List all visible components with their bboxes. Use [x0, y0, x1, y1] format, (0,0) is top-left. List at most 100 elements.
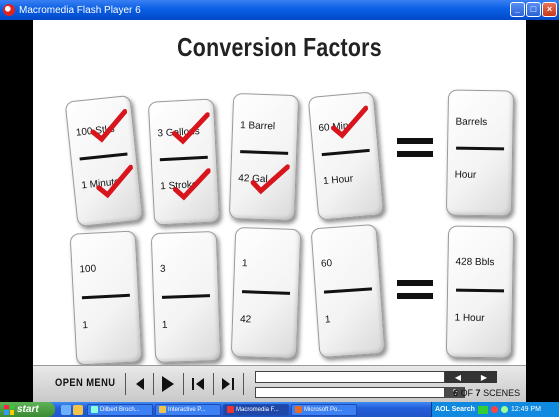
- taskbar-item-label: Dilbert Broch...: [100, 406, 140, 413]
- domino-numerator: 428 Bbls: [455, 256, 495, 269]
- flash-icon: [227, 406, 234, 413]
- domino-card: 1 Barrel 42 Gal: [228, 92, 300, 222]
- taskbar-item[interactable]: Dilbert Broch...: [87, 403, 153, 416]
- cancel-check-icon: [172, 168, 211, 201]
- divider: [125, 373, 126, 395]
- fraction-bar: [241, 290, 291, 295]
- taskbar-item[interactable]: Microsoft Po...: [291, 403, 357, 416]
- domino-denominator: 1: [82, 319, 89, 332]
- slide-title: Conversion Factors: [177, 32, 382, 62]
- folder-icon: [159, 406, 166, 413]
- domino-numerator: 60: [320, 258, 333, 270]
- domino-card: 100 Stks 1 Minute: [64, 94, 144, 228]
- fraction-bar: [161, 294, 211, 299]
- domino-denominator: 1: [324, 314, 331, 326]
- scene-current: 6: [453, 388, 459, 398]
- scene-nav-arrows[interactable]: ◀ ▶: [445, 371, 497, 383]
- domino-numerator: 1 Barrel: [239, 120, 276, 133]
- taskbar-item-label: Microsoft Po...: [304, 406, 343, 413]
- window-title-bar[interactable]: Macromedia Flash Player 6 _ □ ×: [0, 0, 559, 20]
- frame-progress-track[interactable]: [255, 387, 445, 398]
- fraction-bar: [323, 287, 373, 294]
- domino-card-result: 428 Bbls 1 Hour: [445, 225, 515, 359]
- domino-card: 60 1: [310, 223, 386, 359]
- domino-denominator: 1 Hour: [322, 173, 354, 188]
- quick-launch: [61, 404, 83, 415]
- divider: [243, 373, 244, 395]
- cancel-check-icon: [96, 164, 134, 199]
- fraction-bar: [159, 155, 208, 162]
- taskbar-item[interactable]: Interactive P...: [155, 403, 221, 416]
- domino-denominator: 1 Hour: [454, 312, 485, 325]
- flash-player-icon: [3, 4, 15, 16]
- window-title: Macromedia Flash Player 6: [19, 4, 141, 16]
- aol-search[interactable]: AOL Search: [435, 406, 475, 413]
- powerpoint-icon: [295, 406, 302, 413]
- domino-card: 3 1: [150, 230, 222, 364]
- domino-card: 1 42: [230, 226, 302, 360]
- scene-label: SCENES: [483, 388, 521, 398]
- playback-controller: OPEN MENU ◀ ▶ 9 6 OF 7 SCENES: [33, 365, 526, 402]
- domino-card: 3 Gallons 1 Stroke: [147, 98, 221, 226]
- open-menu-button[interactable]: OPEN MENU: [55, 377, 115, 389]
- step-back-button[interactable]: [131, 375, 149, 393]
- tray-icon[interactable]: [490, 406, 498, 413]
- equals-sign: [397, 280, 433, 300]
- skip-back-icon: [192, 378, 204, 390]
- domino-denominator: 42: [239, 314, 252, 326]
- fraction-bar: [321, 148, 370, 157]
- domino-denominator: 1: [161, 319, 168, 331]
- taskbar-item-label: Interactive P...: [168, 406, 206, 413]
- equals-sign: [397, 138, 433, 158]
- fraction-bar: [456, 146, 505, 151]
- app-icon: [91, 406, 98, 413]
- next-scene-button[interactable]: [219, 375, 237, 393]
- tray-icon[interactable]: [500, 406, 508, 413]
- divider: [183, 373, 184, 395]
- folder-quicklaunch-icon[interactable]: [73, 404, 83, 415]
- scene-progress-track[interactable]: [255, 371, 445, 383]
- maximize-button[interactable]: □: [526, 2, 541, 17]
- domino-card: 100 1: [69, 230, 143, 366]
- fraction-bar: [79, 152, 128, 161]
- scene-total: 7: [475, 388, 481, 398]
- start-button[interactable]: start: [0, 402, 55, 417]
- cancel-check-icon: [171, 112, 211, 145]
- close-button[interactable]: ×: [542, 2, 557, 17]
- scene-next-arrow-icon[interactable]: ▶: [481, 373, 487, 382]
- divider: [153, 373, 154, 395]
- previous-scene-button[interactable]: [189, 375, 207, 393]
- clock: 12:49 PM: [510, 406, 541, 413]
- system-tray: AOL Search 12:49 PM: [431, 402, 559, 417]
- scene-counter: 6 OF 7 SCENES: [453, 388, 520, 398]
- triangle-left-icon: [136, 378, 144, 390]
- domino-numerator: 3: [159, 263, 166, 275]
- domino-card: 60 Min 1 Hour: [307, 91, 385, 221]
- domino-card-result: Barrels Hour: [445, 89, 515, 217]
- scene-of-label: OF: [460, 388, 474, 398]
- start-label: start: [17, 404, 39, 415]
- domino-numerator: 1: [241, 258, 248, 270]
- taskbar-item-label: Macromedia F...: [236, 406, 279, 413]
- divider: [213, 373, 214, 395]
- cancel-check-icon: [331, 105, 369, 139]
- skip-forward-icon: [222, 378, 234, 390]
- minimize-button[interactable]: _: [510, 2, 525, 17]
- flash-stage: Conversion Factors 100 Stks 1 Minute 3 G…: [33, 20, 526, 366]
- cancel-check-icon: [90, 109, 128, 143]
- cancel-check-icon: [250, 164, 290, 195]
- windows-taskbar: start Dilbert Broch... Interactive P... …: [0, 402, 559, 417]
- play-button[interactable]: [159, 375, 177, 393]
- fraction-bar: [456, 288, 505, 293]
- domino-numerator: Barrels: [455, 116, 488, 129]
- scene-prev-arrow-icon[interactable]: ◀: [455, 373, 461, 382]
- taskbar-item-active[interactable]: Macromedia F...: [223, 403, 289, 416]
- domino-denominator: Hour: [454, 169, 477, 181]
- play-icon: [162, 376, 174, 392]
- ie-quicklaunch-icon[interactable]: [61, 404, 71, 415]
- fraction-bar: [240, 150, 289, 155]
- fraction-bar: [81, 293, 130, 300]
- windows-logo-icon: [4, 404, 14, 415]
- go-button-icon[interactable]: [477, 405, 488, 414]
- domino-numerator: 100: [79, 263, 97, 276]
